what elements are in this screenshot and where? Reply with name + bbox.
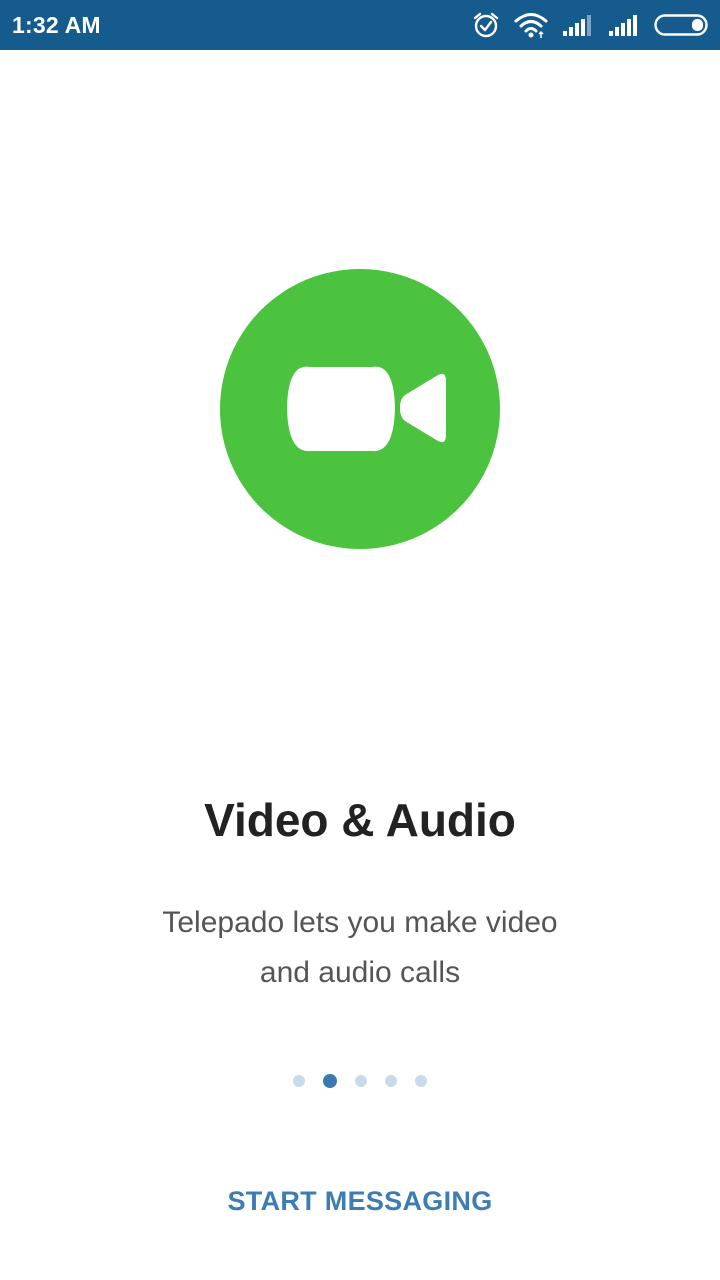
status-icons xyxy=(472,9,710,41)
page-dot-active[interactable] xyxy=(323,1074,337,1088)
signal-icon xyxy=(608,13,640,37)
page-dot[interactable] xyxy=(415,1075,427,1087)
page-indicator xyxy=(0,1074,720,1088)
video-camera-icon xyxy=(287,366,446,452)
hero-circle xyxy=(220,269,500,549)
description-line: and audio calls xyxy=(259,956,461,989)
status-bar: 1:32 AM xyxy=(0,0,720,50)
description-line: Telepado lets you make video xyxy=(162,906,558,939)
start-messaging-button[interactable]: START MESSAGING xyxy=(200,1176,520,1226)
alarm-icon xyxy=(472,11,500,39)
status-time: 1:32 AM xyxy=(12,12,101,38)
wifi-icon xyxy=(514,11,548,39)
page-title: Video & Audio xyxy=(204,794,516,846)
battery-icon xyxy=(654,13,710,37)
page-dot[interactable] xyxy=(385,1075,397,1087)
page-dot[interactable] xyxy=(293,1075,305,1087)
signal-icon xyxy=(562,13,594,37)
page-description: Telepado lets you make video and audio c… xyxy=(140,898,580,998)
page-dot[interactable] xyxy=(355,1075,367,1087)
